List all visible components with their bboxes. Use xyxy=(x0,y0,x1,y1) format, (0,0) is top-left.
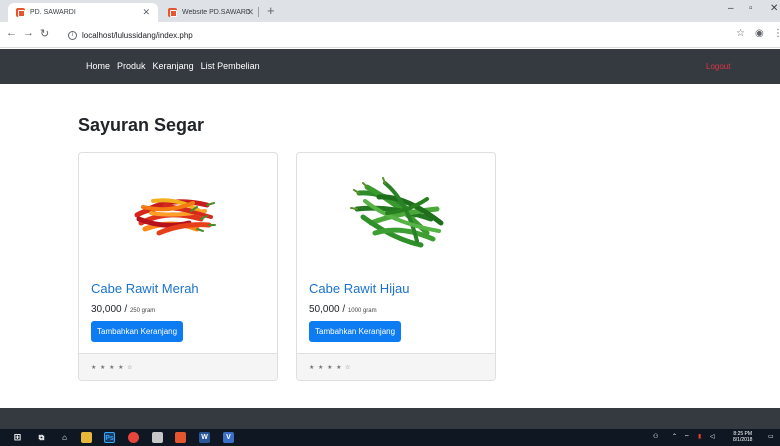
windows-taskbar: ⊞ ⧉ ⌂ Ps W V ⚇ ⌃ ⌔ ▮ ◁ 8:25 PM 8/1/2018 … xyxy=(0,429,780,446)
rating-stars: ★ ★ ★ ★ ☆ xyxy=(91,365,134,371)
new-tab-icon[interactable]: + xyxy=(267,3,275,18)
network-icon[interactable]: ⌔ xyxy=(684,433,690,441)
green-chili-icon xyxy=(350,177,444,248)
close-tab-icon[interactable]: ✕ xyxy=(246,7,254,18)
product-price: 50,000 / 1000 gram xyxy=(309,304,377,315)
maximize-icon[interactable]: ▫ xyxy=(749,3,753,14)
site-info-icon[interactable]: i xyxy=(68,30,77,40)
product-price: 30,000 / 250 gram xyxy=(91,304,156,315)
windows-start-icon[interactable]: ⊞ xyxy=(12,432,23,443)
taskbar-clock[interactable]: 8:25 PM 8/1/2018 xyxy=(733,431,752,443)
page-title: Sayuran Segar xyxy=(78,115,205,135)
clock-date: 8/1/2018 xyxy=(733,437,753,443)
product-image xyxy=(79,153,277,278)
logout-link[interactable]: Logout xyxy=(706,62,730,71)
price-unit: 250 gram xyxy=(129,308,156,314)
word-icon[interactable]: W xyxy=(199,432,210,443)
tray-chevron-icon[interactable]: ⌃ xyxy=(672,433,677,440)
xampp-icon[interactable] xyxy=(175,432,186,443)
notifications-icon[interactable]: ▭ xyxy=(768,433,774,440)
close-tab-icon[interactable]: ✕ xyxy=(142,7,150,18)
nav-links: Home Produk Keranjang List Pembelian xyxy=(86,61,260,71)
menu-icon[interactable]: ⋮ xyxy=(773,28,780,39)
tab-title: Website PD.SAWARDI Sayur segar xyxy=(182,9,250,16)
nav-link-keranjang[interactable]: Keranjang xyxy=(153,61,194,71)
product-image xyxy=(297,153,495,278)
address-bar[interactable]: i localhost/lulussidang/index.php xyxy=(68,26,718,44)
site-navbar: Home Produk Keranjang List Pembelian Log… xyxy=(0,49,780,84)
site-favicon-icon xyxy=(16,8,25,17)
task-view-icon[interactable]: ⧉ xyxy=(36,432,47,443)
nav-link-list-pembelian[interactable]: List Pembelian xyxy=(201,61,260,71)
app-icon[interactable] xyxy=(152,432,163,443)
red-chili-icon xyxy=(134,198,216,236)
battery-icon[interactable]: ▮ xyxy=(698,433,701,440)
tab-title: PD. SAWARDI xyxy=(30,9,76,16)
product-title[interactable]: Cabe Rawit Hijau xyxy=(309,281,409,296)
site-footer xyxy=(0,408,780,429)
price-value: 30,000 xyxy=(91,304,122,315)
site-favicon-icon xyxy=(168,8,177,17)
people-icon[interactable]: ⚇ xyxy=(653,433,658,440)
reload-icon[interactable]: ↻ xyxy=(40,27,49,40)
product-title[interactable]: Cabe Rawit Merah xyxy=(91,281,199,296)
card-footer: ★ ★ ★ ★ ☆ xyxy=(79,353,277,380)
add-to-cart-button[interactable]: Tambahkan Keranjang xyxy=(309,321,402,342)
price-unit: 1000 gram xyxy=(347,308,377,314)
add-to-cart-button[interactable]: Tambahkan Keranjang xyxy=(91,321,184,342)
browser-tab-strip: PD. SAWARDI ✕ Website PD.SAWARDI Sayur s… xyxy=(0,0,780,22)
photoshop-icon[interactable]: Ps xyxy=(104,432,115,443)
nav-link-home[interactable]: Home xyxy=(86,61,110,71)
tab-divider xyxy=(258,7,259,17)
visio-icon[interactable]: V xyxy=(223,432,234,443)
close-window-icon[interactable]: ✕ xyxy=(770,3,778,14)
price-value: 50,000 xyxy=(309,304,340,315)
browser-toolbar: ← → ↻ i localhost/lulussidang/index.php … xyxy=(0,22,780,48)
rating-stars: ★ ★ ★ ★ ☆ xyxy=(309,365,352,371)
volume-icon[interactable]: ◁ xyxy=(710,433,715,440)
browser-tab-1[interactable]: PD. SAWARDI ✕ xyxy=(8,3,158,22)
store-icon[interactable]: ⌂ xyxy=(59,432,70,443)
url-text: localhost/lulussidang/index.php xyxy=(82,30,193,40)
product-card: Cabe Rawit Merah 30,000 / 250 gram Tamba… xyxy=(78,152,278,381)
profile-icon[interactable]: ◉ xyxy=(755,28,764,39)
nav-link-produk[interactable]: Produk xyxy=(117,61,146,71)
forward-icon[interactable]: → xyxy=(23,27,34,39)
bookmark-star-icon[interactable]: ☆ xyxy=(736,28,745,39)
minimize-icon[interactable]: – xyxy=(728,3,734,14)
browser-tab-2[interactable]: Website PD.SAWARDI Sayur segar ✕ xyxy=(160,3,258,22)
file-explorer-icon[interactable] xyxy=(81,432,92,443)
chrome-icon[interactable] xyxy=(128,432,139,443)
back-icon[interactable]: ← xyxy=(6,27,17,39)
product-card: Cabe Rawit Hijau 50,000 / 1000 gram Tamb… xyxy=(296,152,496,381)
card-footer: ★ ★ ★ ★ ☆ xyxy=(297,353,495,380)
